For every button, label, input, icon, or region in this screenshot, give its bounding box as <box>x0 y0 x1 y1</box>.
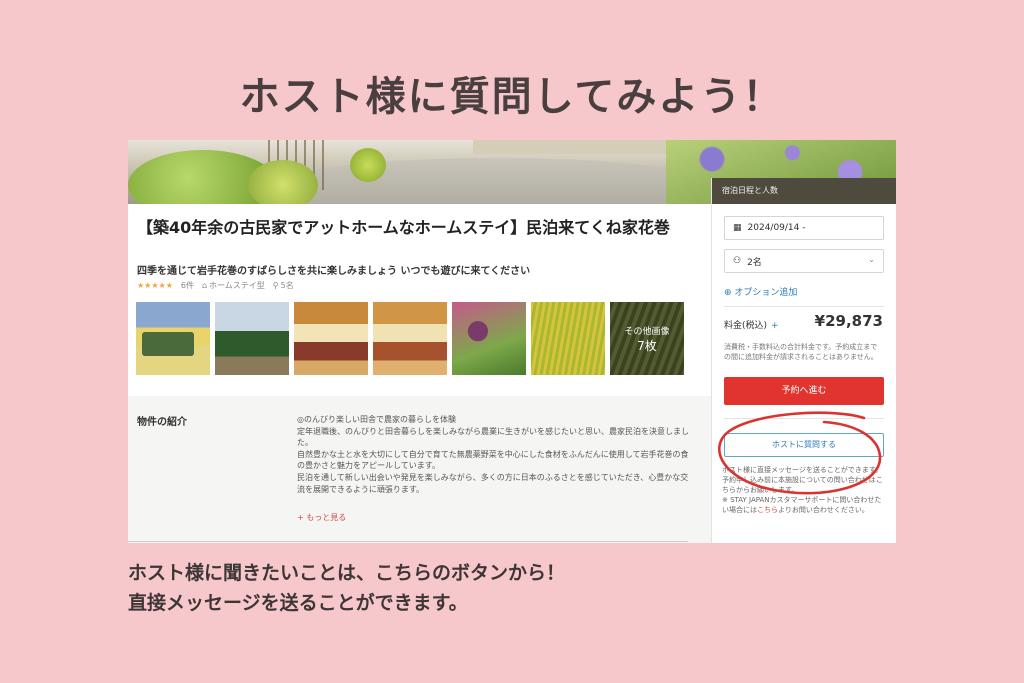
person-icon: ⚲ <box>272 281 279 290</box>
add-option-label: オプション追加 <box>734 288 798 298</box>
caption-line: ホスト様に聞きたいことは、こちらのボタンから！ <box>128 562 566 584</box>
price-label-text: 料金(税込) <box>724 321 768 331</box>
divider <box>724 418 884 419</box>
more-photos-label: その他画像 <box>624 326 670 337</box>
guest-select[interactable]: ⚇ 2名 ⌄ <box>724 249 884 273</box>
divider <box>128 541 688 542</box>
stay-type: ホームステイ型 <box>209 281 265 290</box>
caption-line: 直接メッセージを送ることができます。 <box>128 592 468 614</box>
intro-line: ◎のんびり楽しい田舎で農家の暮らしを体験 <box>297 415 456 424</box>
support-link[interactable]: こちら <box>757 506 778 514</box>
listing-subtitle: 四季を通じて岩手花巻のすばらしさを共に楽しみましょう いつでも遊びに来てください <box>137 266 531 277</box>
date-picker[interactable]: ▦ 2024/09/14 - <box>724 216 884 240</box>
listing-screenshot: 【築40年余の古民家でアットホームなホームステイ】民泊来てくね家花巻 四季を通じ… <box>128 140 896 543</box>
booking-sidebar: 宿泊日程と人数 ▦ 2024/09/14 - ⚇ 2名 ⌄ ⊕ オプション追加 … <box>711 178 896 543</box>
total-price: ¥29,873 <box>814 312 883 330</box>
price-note: 消費税・手数料込の合計料金です。予約成立までの間に追加料金が請求されることはあり… <box>724 343 878 361</box>
calendar-icon: ▦ <box>733 223 742 233</box>
property-intro: 物件の紹介 ◎のんびり楽しい田舎で農家の暮らしを体験 定年退職後、のんびりと田舎… <box>128 396 711 543</box>
support-note-end: よりお問い合わせください。 <box>778 506 869 514</box>
guest-count: 2名 <box>747 257 762 268</box>
caption: ホスト様に聞きたいことは、こちらのボタンから！ 直接メッセージを送ることができま… <box>128 558 565 618</box>
more-photos-count: 7枚 <box>637 338 657 353</box>
headline: ホスト様に質問してみよう！ <box>239 74 785 120</box>
divider <box>724 306 884 307</box>
intro-line: 定年退職後、のんびりと田舎暮らしを楽しみながら農業に生きがいを感じたいと思い、農… <box>297 426 689 448</box>
reserve-button[interactable]: 予約へ進む <box>724 377 884 405</box>
chevron-down-icon: ⌄ <box>868 255 875 264</box>
rating-stars: ★★★★★ <box>137 281 173 290</box>
booking-header: 宿泊日程と人数 <box>712 178 896 204</box>
add-option-link[interactable]: ⊕ オプション追加 <box>724 285 797 298</box>
review-count[interactable]: 6件 <box>181 280 194 291</box>
photo-thumbnail[interactable] <box>136 302 210 375</box>
date-value: 2024/09/14 - <box>747 223 806 233</box>
home-icon: ⌂ <box>201 281 208 290</box>
price-label: 料金(税込) + <box>724 318 779 331</box>
listing-title: 【築40年余の古民家でアットホームなホームステイ】民泊来てくね家花巻 <box>137 218 670 237</box>
intro-text: ◎のんびり楽しい田舎で農家の暮らしを体験 定年退職後、のんびりと田舎暮らしを楽し… <box>297 414 689 495</box>
more-photos-button[interactable]: その他画像 7枚 <box>610 302 684 375</box>
intro-heading: 物件の紹介 <box>137 417 187 428</box>
ask-note-text: ホスト様に直接メッセージを送ることができます。予約申し込み前に本施設についての問… <box>722 466 883 494</box>
listing-meta: ★★★★★ 6件 ⌂ ホームステイ型 ⚲ 5名 <box>137 280 294 291</box>
ask-host-button[interactable]: ホストに質問する <box>724 433 884 457</box>
photo-thumbnail[interactable] <box>294 302 368 375</box>
ask-host-note: ホスト様に直接メッセージを送ることができます。予約申し込み前に本施設についての問… <box>722 465 888 515</box>
price-breakdown-toggle[interactable]: + <box>771 321 779 331</box>
photo-gallery: その他画像 7枚 <box>136 302 684 375</box>
capacity: 5名 <box>280 281 294 290</box>
photo-thumbnail[interactable] <box>531 302 605 375</box>
photo-thumbnail[interactable] <box>215 302 289 375</box>
intro-line: 民泊を通して新しい出会いや発見を楽しみながら、多くの方に日本のふるさとを感じてい… <box>297 472 689 494</box>
guests-icon: ⚇ <box>733 256 742 266</box>
show-more-link[interactable]: + もっと見る <box>297 512 346 523</box>
photo-thumbnail[interactable] <box>452 302 526 375</box>
photo-thumbnail[interactable] <box>373 302 447 375</box>
intro-line: 自然豊かな土と水を大切にして自分で育てた無農薬野菜を中心にした食材をふんだんに使… <box>297 449 689 471</box>
